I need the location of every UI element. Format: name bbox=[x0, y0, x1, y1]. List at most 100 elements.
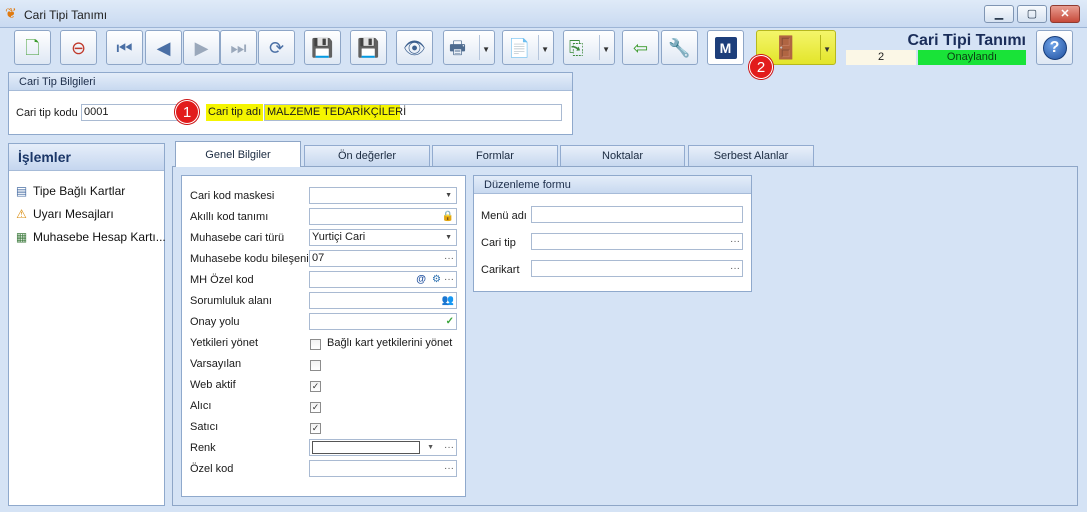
sorumluluk-alani-label: Sorumluluk alanı bbox=[190, 295, 272, 307]
pdf-export-button[interactable]: 📄 ▼ bbox=[502, 30, 554, 65]
muhasebe-kodu-bileseni-input[interactable]: 07 ··· bbox=[309, 250, 457, 267]
sidebar-item-uyari-mesajlari[interactable]: ⚠ Uyarı Mesajları bbox=[14, 205, 114, 223]
chevron-down-icon: ▼ bbox=[602, 45, 610, 54]
ellipsis-icon[interactable]: ··· bbox=[444, 461, 454, 476]
record-number: 2 bbox=[846, 50, 916, 65]
previous-record-button[interactable]: ◀ bbox=[145, 30, 182, 65]
tools-button[interactable]: 🔧 bbox=[661, 30, 698, 65]
renk-label: Renk bbox=[190, 442, 216, 454]
muhasebe-cari-turu-select[interactable]: Yurtiçi Cari ▼ bbox=[309, 229, 457, 246]
carikart-input[interactable]: ··· bbox=[531, 260, 743, 277]
refresh-button[interactable]: ⟳ bbox=[258, 30, 295, 65]
exit-icon: 🚪 bbox=[772, 34, 800, 60]
islemler-panel: İşlemler ▤ Tipe Bağlı Kartlar ⚠ Uyarı Me… bbox=[8, 143, 166, 506]
renk-select[interactable]: ▼ ··· bbox=[309, 439, 457, 456]
first-record-button[interactable]: ⏮ bbox=[106, 30, 143, 65]
alici-checkbox[interactable]: ✓ bbox=[310, 402, 321, 413]
next-record-button[interactable]: ▶ bbox=[183, 30, 220, 65]
title-bar: ❦ Cari Tipi Tanımı ▁ ▢ ✕ bbox=[0, 0, 1087, 28]
color-swatch bbox=[312, 441, 420, 454]
varsayilan-checkbox[interactable] bbox=[310, 360, 321, 371]
users-icon[interactable]: 👥 bbox=[442, 293, 454, 308]
onay-yolu-input[interactable]: ✓ bbox=[309, 313, 457, 330]
cari-tip-input[interactable]: ··· bbox=[531, 233, 743, 250]
chevron-down-icon[interactable]: ▼ bbox=[427, 440, 434, 455]
group-title: Cari Tip Bilgileri bbox=[9, 73, 572, 91]
bagli-kart-yetkileri-checkbox[interactable] bbox=[310, 339, 321, 350]
warning-icon: ⚠ bbox=[16, 207, 27, 221]
separator bbox=[599, 35, 600, 60]
varsayilan-label: Varsayılan bbox=[190, 358, 242, 370]
akilli-kod-tanimi-input[interactable]: 🔒 bbox=[309, 208, 457, 225]
cari-kod-maskesi-select[interactable]: ▼ bbox=[309, 187, 457, 204]
chevron-down-icon: ▼ bbox=[541, 45, 549, 54]
ozel-kod-input[interactable]: ··· bbox=[309, 460, 457, 477]
muhasebe-cari-turu-label: Muhasebe cari türü bbox=[190, 232, 285, 244]
last-record-button[interactable]: ⏭ bbox=[220, 30, 257, 65]
sidebar-item-muhasebe-hesap-karti[interactable]: ▦ Muhasebe Hesap Kartı... bbox=[14, 228, 166, 246]
cari-kod-maskesi-label: Cari kod maskesi bbox=[190, 190, 275, 202]
menu-adi-label: Menü adı bbox=[481, 210, 527, 222]
import-button[interactable]: ⇦ bbox=[622, 30, 659, 65]
chevron-down-icon: ▼ bbox=[445, 192, 452, 199]
satici-checkbox[interactable]: ✓ bbox=[310, 423, 321, 434]
previous-record-icon: ◀ bbox=[156, 37, 171, 58]
chevron-down-icon: ▼ bbox=[823, 45, 831, 54]
ellipsis-icon[interactable]: ··· bbox=[444, 251, 454, 266]
minimize-button[interactable]: ▁ bbox=[984, 5, 1014, 23]
field-value: Yurtiçi Cari bbox=[312, 231, 366, 243]
muhasebe-kodu-bileseni-label: Muhasebe kodu bileşeni bbox=[190, 253, 309, 265]
separator bbox=[479, 35, 480, 60]
ellipsis-icon[interactable]: ··· bbox=[444, 440, 454, 455]
new-icon: 🗋 bbox=[25, 37, 40, 58]
delete-icon: ⊖ bbox=[70, 37, 87, 58]
refresh-icon: ⟳ bbox=[268, 37, 285, 58]
lookup-icon[interactable]: ⚙ bbox=[432, 272, 441, 287]
app-butterfly-icon: ❦ bbox=[5, 5, 17, 21]
close-button[interactable]: ✕ bbox=[1050, 5, 1080, 23]
tab-noktalar[interactable]: Noktalar bbox=[560, 145, 685, 166]
ellipsis-icon[interactable]: ··· bbox=[730, 261, 740, 276]
save-icon: 💾 bbox=[311, 37, 334, 58]
field-value: 07 bbox=[312, 252, 325, 264]
bagli-kart-yetkileri-label: Bağlı kart yetkilerini yönet bbox=[327, 337, 453, 349]
tab-formlar[interactable]: Formlar bbox=[432, 145, 558, 166]
ozel-kod-label: Özel kod bbox=[190, 463, 234, 475]
carikart-label: Carikart bbox=[481, 264, 520, 276]
save-close-button[interactable]: 💾 bbox=[350, 30, 387, 65]
m-button[interactable]: M bbox=[707, 30, 744, 65]
mh-ozel-kod-input[interactable]: @ ⚙ ··· bbox=[309, 271, 457, 288]
save-button[interactable]: 💾 bbox=[304, 30, 341, 65]
preview-button[interactable]: 👁 bbox=[396, 30, 433, 65]
cari-tip-adi-input[interactable]: MALZEME TEDARİKÇİLERİ bbox=[264, 104, 562, 121]
copy-button[interactable]: ⎘ ▼ bbox=[563, 30, 615, 65]
cari-tip-label: Cari tip bbox=[481, 237, 516, 249]
tab-genel-bilgiler[interactable]: Genel Bilgiler bbox=[175, 141, 301, 167]
sidebar-item-tipe-bagli-kartlar[interactable]: ▤ Tipe Bağlı Kartlar bbox=[14, 182, 125, 200]
help-icon: ? bbox=[1042, 35, 1067, 60]
ellipsis-icon[interactable]: ··· bbox=[730, 234, 740, 249]
new-record-button[interactable]: 🗋 bbox=[14, 30, 51, 65]
web-aktif-checkbox[interactable]: ✓ bbox=[310, 381, 321, 392]
annotation-badge-2: 2 bbox=[749, 55, 773, 79]
cari-tip-kodu-input[interactable]: 0001 bbox=[81, 104, 178, 121]
first-record-icon: ⏮ bbox=[116, 37, 133, 58]
print-button[interactable]: 🖶 ▼ bbox=[443, 30, 495, 65]
separator bbox=[538, 35, 539, 60]
checkmark-icon[interactable]: ✓ bbox=[446, 314, 454, 329]
delete-record-button[interactable]: ⊖ bbox=[60, 30, 97, 65]
at-icon[interactable]: @ bbox=[416, 272, 426, 287]
ellipsis-icon[interactable]: ··· bbox=[444, 272, 454, 287]
tab-serbest-alanlar[interactable]: Serbest Alanlar bbox=[688, 145, 814, 166]
sorumluluk-alani-input[interactable]: 👥 bbox=[309, 292, 457, 309]
menu-adi-input[interactable] bbox=[531, 206, 743, 223]
status-badge: Onaylandı bbox=[918, 50, 1026, 65]
tab-on-degerler[interactable]: Ön değerler bbox=[304, 145, 430, 166]
accounting-card-icon: ▦ bbox=[15, 230, 28, 244]
help-button[interactable]: ? bbox=[1036, 30, 1073, 65]
chevron-down-icon: ▼ bbox=[445, 234, 452, 241]
import-icon: ⇦ bbox=[632, 37, 649, 58]
tools-icon: 🔧 bbox=[668, 37, 691, 58]
window-title: Cari Tipi Tanımı bbox=[24, 8, 108, 22]
maximize-button[interactable]: ▢ bbox=[1017, 5, 1047, 23]
